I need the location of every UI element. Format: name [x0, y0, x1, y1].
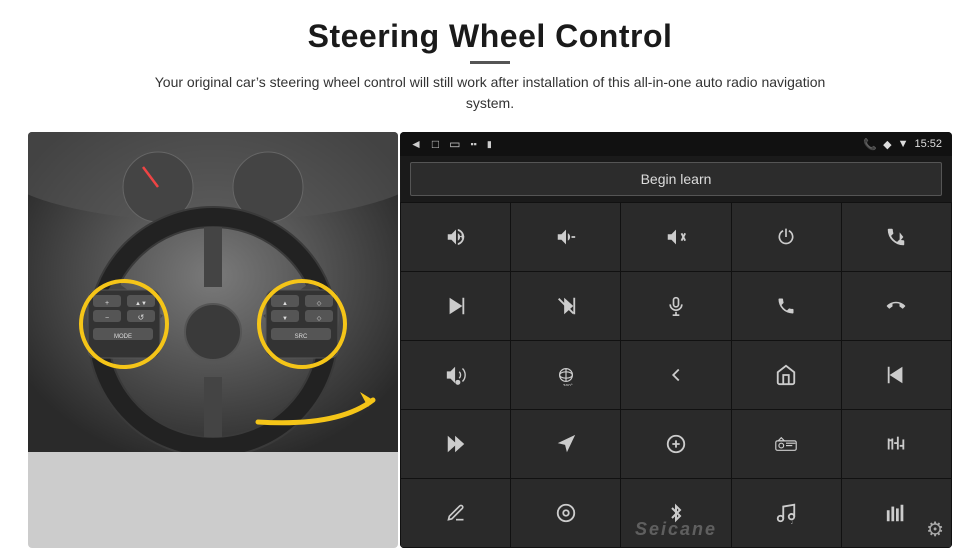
svg-text:▲▼: ▲▼ — [135, 301, 147, 307]
phone-button[interactable] — [732, 272, 841, 340]
control-grid: + — [400, 202, 952, 548]
begin-learn-button[interactable]: Begin learn — [410, 162, 942, 196]
prev-track-button[interactable] — [842, 341, 951, 409]
vol-down-button[interactable] — [511, 203, 620, 271]
svg-text:360°: 360° — [563, 383, 573, 386]
svg-text:▲: ▲ — [282, 301, 288, 307]
radio-button[interactable] — [732, 410, 841, 478]
photo-panel: + − ▲▼ ↺ MODE ▲ ◇ ▼ ◇ SRC — [28, 132, 398, 548]
header-section: Steering Wheel Control Your original car… — [0, 0, 980, 122]
status-bar-right: 📞 ◆ ▼ 15:52 — [863, 138, 942, 151]
svg-text:◇: ◇ — [317, 316, 322, 322]
svg-text:−: − — [105, 315, 109, 322]
navigate-button[interactable] — [511, 410, 620, 478]
hang-up-button[interactable] — [842, 272, 951, 340]
steering-wheel-image: + − ▲▼ ↺ MODE ▲ ◇ ▼ ◇ SRC — [28, 132, 398, 452]
back-button[interactable] — [621, 341, 730, 409]
menu-button[interactable] — [511, 479, 620, 547]
svg-text:↺: ↺ — [138, 313, 145, 322]
status-bar: ◄ □ ▭ ▪▪ ▮ 📞 ◆ ▼ 15:52 — [400, 132, 952, 156]
wifi-icon: ▼ — [898, 138, 909, 150]
svg-text:MODE: MODE — [114, 334, 132, 340]
mic-button[interactable] — [621, 272, 730, 340]
subtitle: Your original car’s steering wheel contr… — [140, 72, 840, 114]
svg-text:♩: ♩ — [791, 519, 797, 524]
phone-icon: 📞 — [863, 138, 877, 151]
content-row: + − ▲▼ ↺ MODE ▲ ◇ ▼ ◇ SRC — [0, 122, 980, 548]
home-button[interactable] — [732, 341, 841, 409]
location-icon: ◆ — [883, 138, 891, 151]
page-title: Steering Wheel Control — [60, 18, 920, 55]
svg-text:SRC: SRC — [295, 334, 308, 340]
music-button[interactable]: ♩ — [732, 479, 841, 547]
status-bar-left: ◄ □ ▭ ▪▪ ▮ — [410, 137, 492, 151]
battery-icon: ▮ — [487, 139, 492, 150]
page-container: Steering Wheel Control Your original car… — [0, 0, 980, 548]
recent-nav-icon[interactable]: ▭ — [449, 137, 460, 151]
source-button[interactable] — [621, 410, 730, 478]
pen-button[interactable] — [401, 479, 510, 547]
android-panel: ◄ □ ▭ ▪▪ ▮ 📞 ◆ ▼ 15:52 Begin learn — [400, 132, 952, 548]
back-nav-icon[interactable]: ◄ — [410, 137, 422, 151]
call-prev-button[interactable] — [842, 203, 951, 271]
sound-settings-button[interactable] — [401, 341, 510, 409]
vol-up-button[interactable]: + — [401, 203, 510, 271]
home-nav-icon[interactable]: □ — [432, 137, 439, 151]
svg-text:◇: ◇ — [317, 301, 322, 307]
next-track-button[interactable] — [401, 272, 510, 340]
mute-button[interactable] — [621, 203, 730, 271]
power-button[interactable] — [732, 203, 841, 271]
360-view-button[interactable]: 360° — [511, 341, 620, 409]
fast-forward-button[interactable] — [401, 410, 510, 478]
skip-button[interactable] — [511, 272, 620, 340]
title-divider — [470, 61, 510, 64]
svg-text:+: + — [105, 300, 109, 307]
begin-learn-row: Begin learn — [400, 156, 952, 202]
equalizer-button[interactable] — [842, 410, 951, 478]
bluetooth-button[interactable] — [621, 479, 730, 547]
svg-text:+: + — [459, 232, 464, 241]
signal-icon: ▪▪ — [470, 139, 476, 149]
settings-gear-button[interactable]: ⚙ — [926, 517, 944, 542]
svg-text:▼: ▼ — [282, 316, 288, 322]
status-time: 15:52 — [914, 138, 942, 150]
